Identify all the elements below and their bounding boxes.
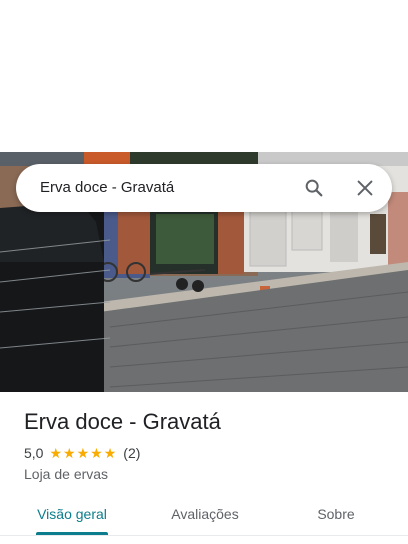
star-rating: ★ ★ ★ ★ ★ [49,446,117,460]
star-icon: ★ [49,445,63,461]
tab-overview[interactable]: Visão geral [30,498,114,534]
rating-row[interactable]: 5,0 ★ ★ ★ ★ ★ (2) [24,443,140,463]
tab-about[interactable]: Sobre [306,498,366,534]
star-icon: ★ [76,445,90,461]
close-button[interactable] [349,172,381,204]
review-count[interactable]: (2) [123,445,140,461]
place-name: Erva doce - Gravatá [24,409,221,434]
rating-value: 5,0 [24,445,44,461]
close-icon [357,180,373,196]
tabs-divider [0,535,408,536]
star-icon: ★ [90,445,103,461]
place-category: Loja de ervas [24,466,109,482]
tab-reviews[interactable]: Avaliações [160,498,250,534]
star-icon: ★ [63,445,76,461]
place-tabs: Visão geral Avaliações Sobre [0,498,408,538]
search-input[interactable]: Erva doce - Gravatá [40,164,174,212]
search-button[interactable] [298,172,330,204]
star-icon: ★ [103,445,117,461]
search-icon [305,179,323,197]
search-bar[interactable]: Erva doce - Gravatá [16,164,392,212]
map-blank-area [0,0,408,152]
